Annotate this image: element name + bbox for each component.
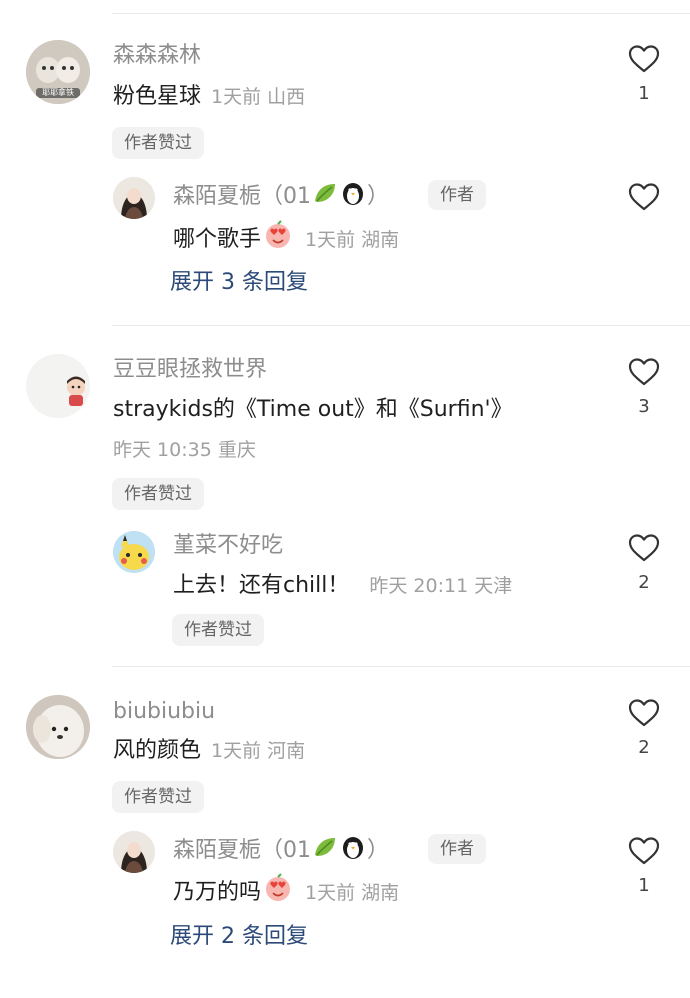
author-liked-badge: 作者赞过 (172, 614, 264, 646)
expand-replies-link[interactable]: 展开 2 条回复 (170, 922, 308, 952)
reply-username-text: 森陌夏栀（01 (173, 184, 311, 209)
comment-divider (112, 325, 690, 326)
comment-username[interactable]: 森森森林 (113, 42, 201, 70)
reply-username-suffix: ） (367, 838, 390, 863)
comment-text: 粉色星球 (113, 84, 202, 109)
top-divider (112, 13, 690, 14)
reply-body: 乃万的吗 1天前 湖南 (173, 873, 399, 912)
comment-meta: 昨天 10:35 重庆 (113, 439, 256, 461)
avatar[interactable] (26, 354, 90, 418)
expand-replies-link[interactable]: 展开 3 条回复 (170, 268, 308, 298)
reply-username-text: 森陌夏栀（01 (173, 838, 311, 863)
like-button[interactable]: 1 (624, 44, 664, 104)
heart-outline-icon (628, 45, 660, 73)
reply-username[interactable]: 森陌夏栀（01 ） (173, 834, 389, 868)
comment-body: 粉色星球 1天前 山西 (113, 82, 305, 112)
author-liked-badge: 作者赞过 (112, 781, 204, 813)
comment-body: straykids的《Time out》和《Surfin'》 (113, 395, 513, 425)
author-tag: 作者 (428, 180, 486, 210)
avatar[interactable]: 耶耶拿铁 (26, 40, 90, 104)
heart-eyes-emoji (263, 220, 293, 259)
comment-username[interactable]: biubiubiu (113, 698, 215, 726)
reply-avatar[interactable] (113, 531, 155, 573)
reply-like-button[interactable]: 1 (624, 836, 664, 896)
heart-outline-icon (628, 183, 660, 211)
reply-like-button[interactable] (624, 182, 664, 242)
comment-body: 风的颜色 1天前 河南 (113, 736, 305, 766)
reply-username-suffix: ） (367, 184, 390, 209)
reply-meta: 昨天 20:11 天津 (369, 575, 513, 597)
like-count: 2 (638, 737, 650, 758)
reply-text: 上去！还有chill！ (173, 573, 350, 598)
avatar-caption: 耶耶拿铁 (42, 88, 74, 97)
author-liked-badge: 作者赞过 (112, 127, 204, 159)
heart-outline-icon (628, 699, 660, 727)
reply-username[interactable]: 堇菜不好吃 (173, 532, 283, 560)
comment-text: straykids的《Time out》和《Surfin'》 (113, 397, 513, 422)
comment-meta: 1天前 河南 (211, 740, 306, 762)
reply-text: 哪个歌手 (173, 226, 262, 252)
heart-outline-icon (628, 358, 660, 386)
like-count: 3 (638, 396, 650, 417)
heart-outline-icon (628, 837, 660, 865)
comment-divider (112, 666, 690, 667)
reply-avatar[interactable] (113, 177, 155, 219)
heart-outline-icon (628, 534, 660, 562)
penguin-emoji (340, 180, 366, 214)
reply-meta: 1天前 湖南 (305, 881, 400, 904)
reply-meta: 1天前 湖南 (305, 228, 400, 251)
reply-body: 上去！还有chill！ 昨天 20:11 天津 (173, 571, 512, 601)
reply-username[interactable]: 森陌夏栀（01 ） (173, 180, 389, 214)
penguin-emoji (340, 834, 366, 868)
reply-avatar[interactable] (113, 831, 155, 873)
reply-like-button[interactable]: 2 (624, 533, 664, 593)
like-count: 1 (638, 83, 650, 104)
avatar[interactable] (26, 695, 90, 759)
comment-text: 风的颜色 (113, 738, 202, 763)
reply-text: 乃万的吗 (173, 879, 262, 905)
author-liked-badge: 作者赞过 (112, 478, 204, 510)
leaf-emoji (312, 181, 338, 213)
like-count: 1 (638, 875, 650, 896)
author-tag: 作者 (428, 834, 486, 864)
comment-meta: 1天前 山西 (211, 86, 306, 108)
heart-eyes-emoji (263, 873, 293, 912)
leaf-emoji (312, 835, 338, 867)
reply-body: 哪个歌手 1天前 湖南 (173, 220, 399, 259)
like-count: 2 (638, 572, 650, 593)
comment-username[interactable]: 豆豆眼拯救世界 (113, 356, 267, 384)
like-button[interactable]: 3 (624, 357, 664, 417)
like-count (624, 222, 664, 242)
like-button[interactable]: 2 (624, 698, 664, 758)
